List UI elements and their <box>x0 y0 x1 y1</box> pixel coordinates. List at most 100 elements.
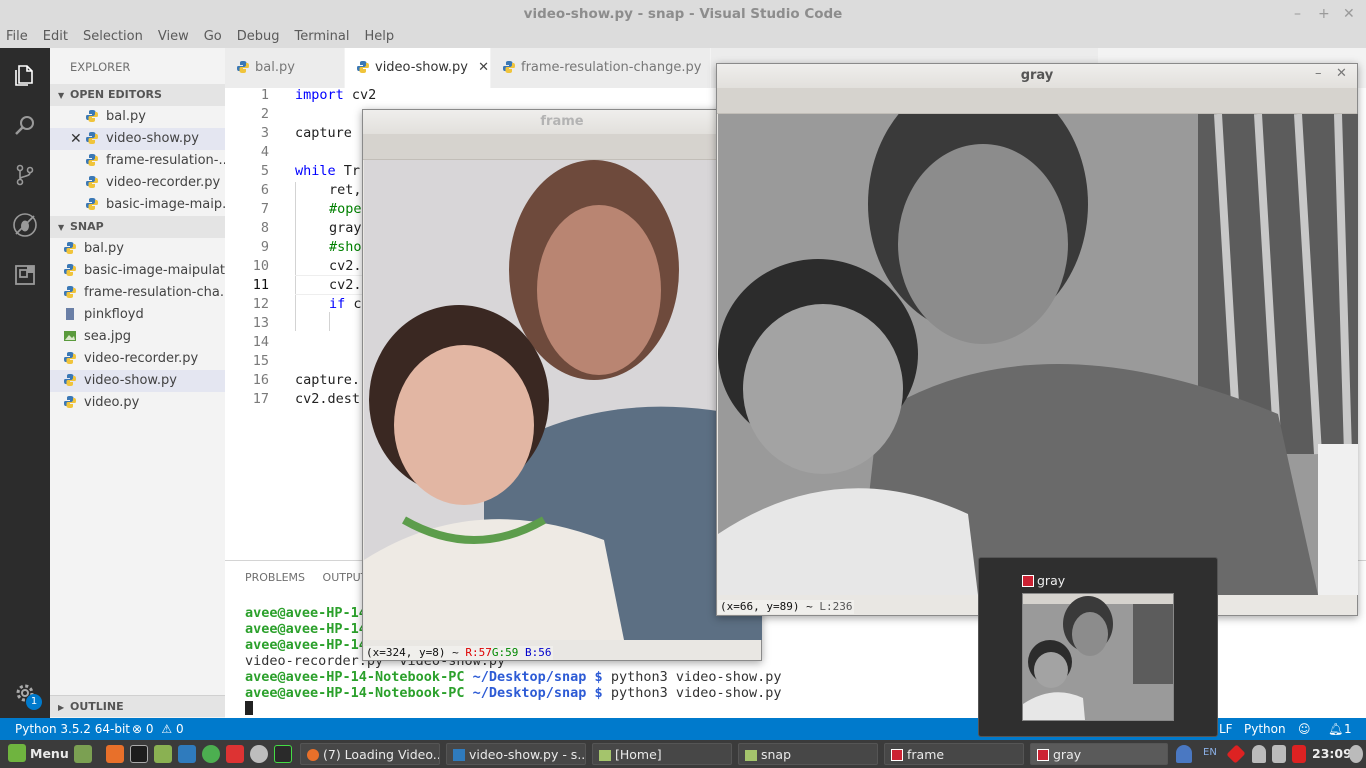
settings-badge: 1 <box>26 694 42 710</box>
language-status[interactable]: Python <box>1244 718 1286 740</box>
cv-toolbar <box>363 134 761 160</box>
pen-icon[interactable] <box>1272 745 1286 763</box>
pycharm-icon[interactable] <box>274 745 292 763</box>
close-icon[interactable]: ✕ <box>1336 66 1347 81</box>
open-editor-item-active[interactable]: ✕ video-show.py <box>50 128 225 150</box>
menu-view[interactable]: View <box>158 28 189 48</box>
window-preview-popup[interactable]: gray <box>978 557 1218 737</box>
feedback-smiley-icon[interactable]: ☺ <box>1298 718 1311 740</box>
file-item[interactable]: basic-image-maipulat... <box>50 260 225 282</box>
python-file-icon <box>86 110 98 122</box>
firefox-icon[interactable] <box>106 745 124 763</box>
python-file-icon <box>64 374 76 386</box>
file-item[interactable]: video.py <box>50 392 225 414</box>
error-icon: ⊗ <box>132 722 143 736</box>
open-editor-item[interactable]: basic-image-maip... <box>50 194 225 216</box>
window-title: video-show.py - snap - Visual Studio Cod… <box>523 6 843 22</box>
file-item[interactable]: sea.jpg <box>50 326 225 348</box>
terminal-line: avee@avee-HP-14-Notebook-PC ~/Desktop/sn… <box>245 669 782 685</box>
menu-selection[interactable]: Selection <box>83 28 143 48</box>
taskbar-item-frame[interactable]: frame <box>884 743 1024 765</box>
panel-tabs: PROBLEMS OUTPUT <box>245 571 381 584</box>
app-icon[interactable] <box>226 745 244 763</box>
code-line: if c <box>329 296 362 312</box>
power-icon[interactable] <box>1349 745 1363 763</box>
file-item[interactable]: bal.py <box>50 238 225 260</box>
python-file-icon <box>503 61 515 73</box>
clock[interactable]: 23:09 <box>1312 746 1352 761</box>
open-editors-header[interactable]: ▼ OPEN EDITORS <box>50 84 225 106</box>
python-file-icon <box>64 352 76 364</box>
file-item[interactable]: frame-resulation-cha... <box>50 282 225 304</box>
chrome-icon[interactable] <box>202 745 220 763</box>
close-tab-icon[interactable]: ✕ <box>478 60 489 75</box>
start-menu-button[interactable]: Menu <box>2 743 68 765</box>
open-editor-item[interactable]: bal.py <box>50 106 225 128</box>
eol-status[interactable]: LF <box>1219 718 1233 740</box>
terminal-cursor[interactable] <box>245 701 253 717</box>
open-editor-item[interactable]: frame-resulation-... <box>50 150 225 172</box>
search-icon[interactable] <box>10 110 40 140</box>
menu-debug[interactable]: Debug <box>237 28 280 48</box>
collapse-down-icon: ▼ <box>58 223 65 232</box>
source-control-icon[interactable] <box>10 160 40 190</box>
minimize-icon[interactable]: – <box>1315 66 1322 81</box>
file-item[interactable]: video-recorder.py <box>50 348 225 370</box>
cv-gray-title[interactable]: gray <box>717 64 1357 88</box>
explorer-icon[interactable] <box>10 60 40 90</box>
menu-bar: File Edit Selection View Go Debug Termin… <box>0 28 1366 48</box>
menu-terminal[interactable]: Terminal <box>295 28 350 48</box>
notification-bell-icon[interactable]: 🔔︎ <box>1328 718 1343 740</box>
folder-icon <box>745 750 757 761</box>
close-icon[interactable]: ✕ <box>1343 0 1355 28</box>
snap-folder-header[interactable]: ▼ SNAP <box>50 216 225 238</box>
cv-frame-status: (x=324, y=8) ~ R:57G:59 B:56 <box>364 646 554 660</box>
debug-icon[interactable] <box>10 210 40 240</box>
network-icon[interactable] <box>1226 744 1246 764</box>
minimize-icon[interactable]: – <box>1294 0 1301 28</box>
open-editor-item[interactable]: video-recorder.py <box>50 172 225 194</box>
menu-file[interactable]: File <box>6 28 28 48</box>
line-number: 6 <box>260 182 269 198</box>
show-desktop-icon[interactable] <box>74 745 92 763</box>
user-icon[interactable] <box>1252 745 1266 763</box>
code-line: while Tr <box>295 163 361 179</box>
cv-gray-window[interactable]: gray – ✕ (x=66, y=89) ~ L:236 <box>716 63 1358 616</box>
tab-video-show[interactable]: video-show.py ✕ <box>345 48 491 88</box>
collapse-down-icon: ▼ <box>58 91 65 100</box>
line-number: 17 <box>252 391 269 407</box>
tab-output[interactable]: OUTPUT <box>323 571 368 584</box>
python-file-icon <box>237 61 249 73</box>
python-file-icon <box>357 61 369 73</box>
line-number-current: 11 <box>252 277 269 293</box>
maximize-icon[interactable]: + <box>1318 0 1330 28</box>
database-icon[interactable] <box>250 745 268 763</box>
taskbar-item-vscode[interactable]: video-show.py - s... <box>446 743 586 765</box>
shield-icon[interactable] <box>1176 745 1192 763</box>
tab-frame-resulation[interactable]: frame-resulation-change.py <box>491 48 711 88</box>
battery-icon[interactable] <box>1292 745 1306 763</box>
cv-frame-window[interactable]: frame (x=324, y=8) ~ R:57G:59 B:56 <box>362 109 762 661</box>
taskbar-item-gray[interactable]: gray <box>1030 743 1168 765</box>
taskbar-item-snap[interactable]: snap <box>738 743 878 765</box>
tab-bal[interactable]: bal.py <box>225 48 345 88</box>
file-item-active[interactable]: video-show.py <box>50 370 225 392</box>
problems-status[interactable]: ⊗ 0 ⚠ 0 <box>132 718 184 740</box>
file-item[interactable]: pinkfloyd <box>50 304 225 326</box>
files-icon[interactable] <box>154 745 172 763</box>
tab-problems[interactable]: PROBLEMS <box>245 571 305 584</box>
taskbar-item-browser[interactable]: (7) Loading Video... <box>300 743 440 765</box>
cv-frame-title[interactable]: frame <box>363 110 761 134</box>
menu-help[interactable]: Help <box>364 28 394 48</box>
code-line: cv2. <box>329 258 362 274</box>
outline-header[interactable]: ▶ OUTLINE <box>50 695 225 717</box>
menu-edit[interactable]: Edit <box>43 28 68 48</box>
keyboard-layout[interactable]: EN <box>1203 747 1217 758</box>
menu-go[interactable]: Go <box>204 28 222 48</box>
vscode-icon[interactable] <box>178 745 196 763</box>
terminal-icon[interactable] <box>130 745 148 763</box>
python-interpreter[interactable]: Python 3.5.2 64-bit <box>15 718 130 740</box>
taskbar-item-home[interactable]: [Home] <box>592 743 732 765</box>
extensions-icon[interactable] <box>10 260 40 290</box>
close-editor-icon[interactable]: ✕ <box>70 128 82 150</box>
